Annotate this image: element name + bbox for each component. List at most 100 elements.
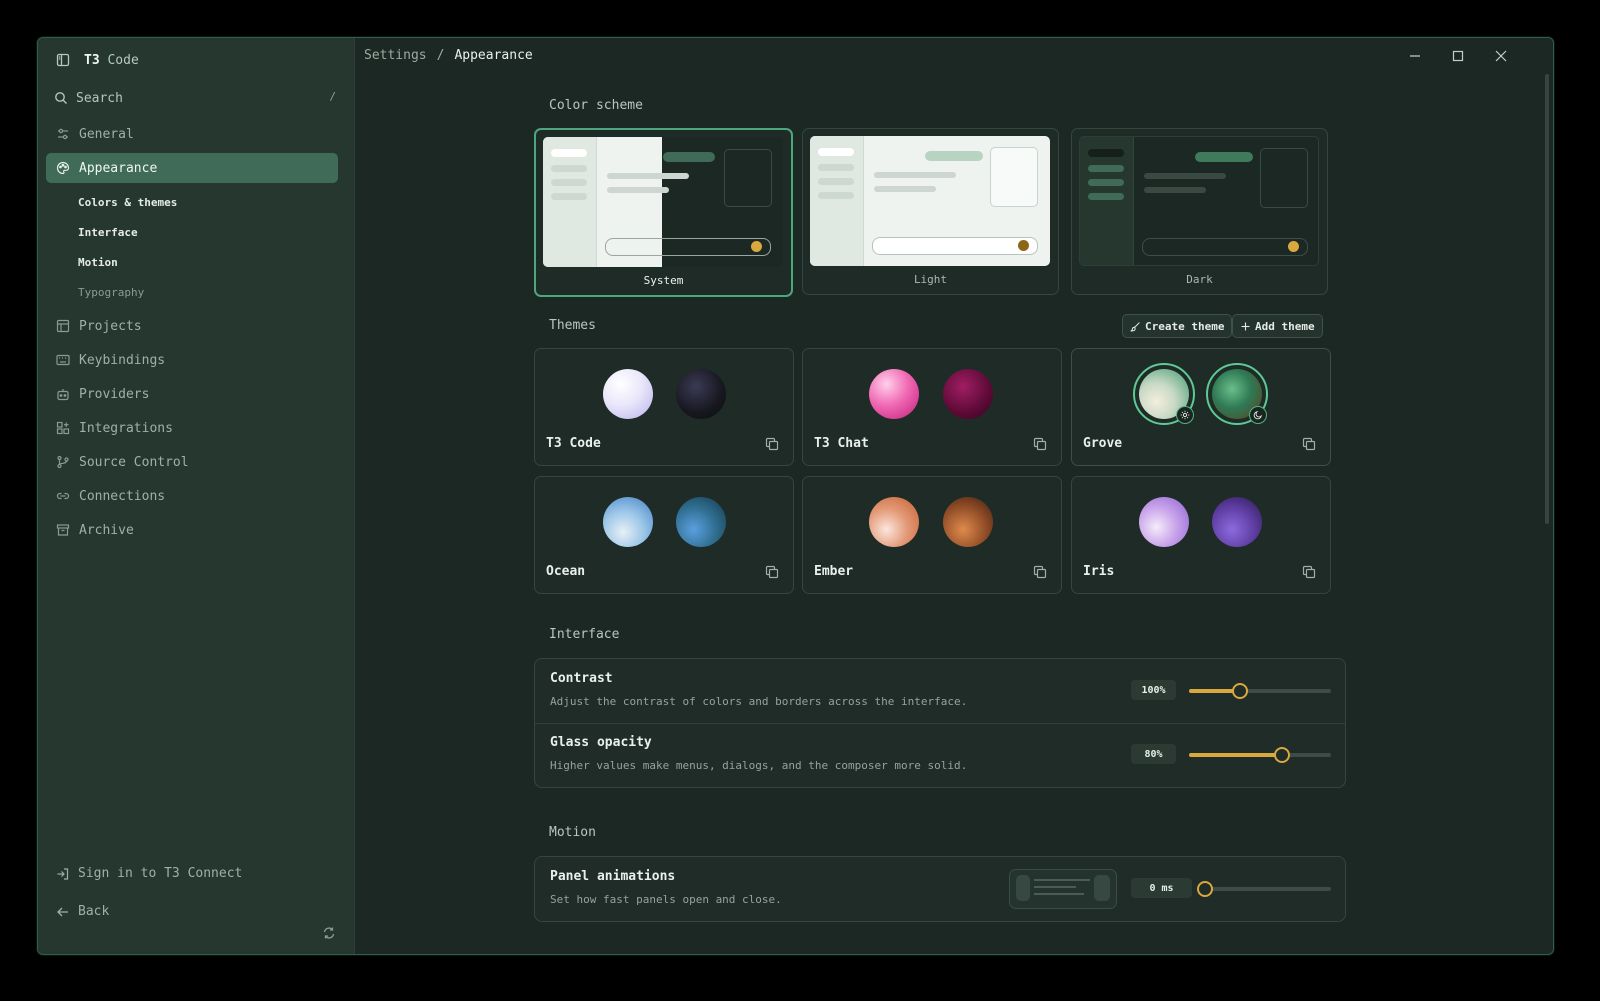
theme-swatch-dark [676, 497, 726, 547]
close-icon [1494, 49, 1508, 63]
theme-card-ember[interactable]: Ember [802, 476, 1062, 594]
sidebar-item-projects[interactable]: Projects [46, 311, 338, 341]
color-scheme-label: Light [913, 273, 948, 286]
slider-thumb[interactable] [1197, 881, 1213, 897]
arrow-left-icon [56, 905, 70, 919]
breadcrumb: Settings / Appearance [364, 48, 533, 63]
sidebar-item-archive[interactable]: Archive [46, 515, 338, 545]
contrast-title: Contrast [550, 671, 613, 686]
theme-card-iris[interactable]: Iris [1071, 476, 1331, 594]
theme-swatch-light [1139, 497, 1189, 547]
glass-opacity-value: 80% [1131, 744, 1176, 764]
app-window: T3 Code Search / General Appearance Colo… [37, 37, 1554, 955]
sidebar-item-label: Archive [79, 522, 134, 538]
paint-brush-icon [1130, 321, 1141, 332]
sidebar-item-keybindings[interactable]: Keybindings [46, 345, 338, 375]
copy-icon[interactable] [1033, 565, 1047, 579]
color-scheme-light[interactable]: Light [802, 128, 1059, 295]
theme-swatch-dark [1212, 497, 1262, 547]
theme-name: Ember [814, 564, 854, 579]
moon-icon [1249, 406, 1267, 424]
search-label: Search [76, 90, 123, 106]
sidebar-subitem-typography[interactable]: Typography [46, 277, 338, 307]
sidebar-item-label: Appearance [79, 160, 158, 176]
scrollbar[interactable] [1545, 74, 1549, 524]
sign-in-button[interactable]: Sign in to T3 Connect [56, 866, 242, 881]
copy-icon[interactable] [1302, 437, 1316, 451]
sidebar-item-appearance[interactable]: Appearance [46, 153, 338, 183]
sidebar-item-label: Source Control [79, 454, 189, 470]
maximize-button[interactable] [1446, 46, 1470, 66]
grid-plus-icon [56, 421, 70, 435]
glass-opacity-slider[interactable] [1189, 747, 1331, 763]
app-brand: T3 Code [84, 52, 139, 68]
title-bar: Settings / Appearance [355, 38, 1553, 74]
theme-swatch-light [869, 497, 919, 547]
close-button[interactable] [1489, 46, 1513, 66]
sliders-icon [56, 127, 70, 141]
sidebar-item-providers[interactable]: Providers [46, 379, 338, 409]
theme-name: T3 Chat [814, 436, 869, 451]
sidebar-toggle-icon[interactable] [56, 53, 70, 67]
theme-swatch-dark [676, 369, 726, 419]
sidebar-subitem-interface[interactable]: Interface [46, 217, 338, 247]
search-shortcut: / [329, 90, 336, 103]
contrast-slider[interactable] [1189, 683, 1331, 699]
theme-name: Grove [1083, 436, 1123, 451]
motion-title: Motion [549, 825, 596, 840]
git-branch-icon [56, 455, 70, 469]
search-icon [54, 91, 68, 105]
theme-card-grove[interactable]: Grove [1071, 348, 1331, 466]
light-preview [810, 136, 1050, 266]
sidebar-subitem-motion[interactable]: Motion [46, 247, 338, 277]
breadcrumb-current: Appearance [454, 48, 533, 63]
sidebar-item-label: Projects [79, 318, 142, 334]
theme-name: Ocean [546, 564, 586, 579]
interface-panel: Contrast Adjust the contrast of colors a… [534, 658, 1346, 788]
copy-icon[interactable] [1033, 437, 1047, 451]
contrast-value: 100% [1131, 680, 1176, 700]
plus-icon [1240, 321, 1251, 332]
sidebar: T3 Code Search / General Appearance Colo… [38, 38, 355, 954]
panel-animations-slider[interactable] [1197, 881, 1331, 897]
theme-card-t3-code[interactable]: T3 Code [534, 348, 794, 466]
slider-thumb[interactable] [1232, 683, 1248, 699]
create-theme-label: Create theme [1145, 319, 1225, 333]
copy-icon[interactable] [765, 565, 779, 579]
add-theme-button[interactable]: Add theme [1232, 314, 1323, 338]
sidebar-item-general[interactable]: General [46, 119, 338, 149]
glass-opacity-description: Higher values make menus, dialogs, and t… [550, 759, 968, 772]
glass-opacity-row: Glass opacity Higher values make menus, … [535, 723, 1345, 787]
system-preview [543, 137, 783, 267]
create-theme-button[interactable]: Create theme [1122, 314, 1233, 338]
maximize-icon [1451, 49, 1465, 63]
theme-swatch-light [603, 369, 653, 419]
sidebar-item-integrations[interactable]: Integrations [46, 413, 338, 443]
copy-icon[interactable] [1302, 565, 1316, 579]
sign-in-label: Sign in to T3 Connect [78, 866, 243, 881]
breadcrumb-settings[interactable]: Settings [364, 48, 427, 63]
sidebar-item-connections[interactable]: Connections [46, 481, 338, 511]
theme-swatch-dark [943, 369, 993, 419]
color-scheme-system[interactable]: System [534, 128, 793, 297]
back-label: Back [78, 904, 110, 919]
sidebar-item-source-control[interactable]: Source Control [46, 447, 338, 477]
theme-card-t3-chat[interactable]: T3 Chat [802, 348, 1062, 466]
back-button[interactable]: Back [56, 904, 109, 919]
slider-thumb[interactable] [1274, 747, 1290, 763]
sidebar-item-label: General [79, 126, 134, 142]
theme-name: Iris [1083, 564, 1115, 579]
panel-animations-title: Panel animations [550, 869, 676, 884]
sidebar-item-label: Keybindings [79, 352, 166, 368]
search-box[interactable]: Search / [54, 86, 336, 110]
animation-preview [1009, 869, 1117, 909]
theme-card-ocean[interactable]: Ocean [534, 476, 794, 594]
color-scheme-dark[interactable]: Dark [1071, 128, 1328, 295]
log-in-icon [56, 867, 70, 881]
theme-swatch-light [603, 497, 653, 547]
copy-icon[interactable] [765, 437, 779, 451]
archive-icon [56, 523, 70, 537]
refresh-icon[interactable] [322, 926, 336, 940]
sidebar-subitem-colors-themes[interactable]: Colors & themes [46, 187, 338, 217]
minimize-button[interactable] [1403, 46, 1427, 66]
